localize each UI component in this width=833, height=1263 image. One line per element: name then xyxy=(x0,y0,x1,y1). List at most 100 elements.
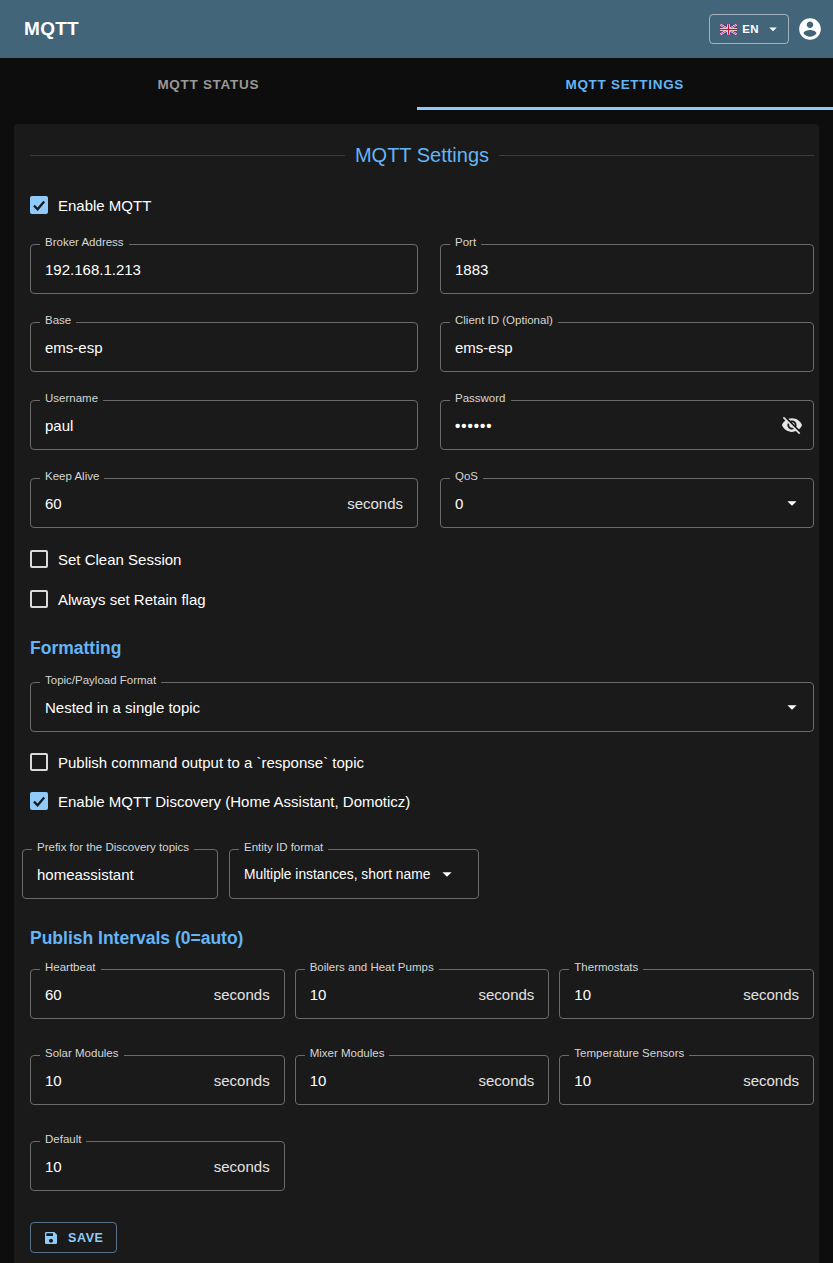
thermostats-label: Thermostats xyxy=(569,960,643,974)
settings-panel: MQTT Settings Enable MQTT Broker Address… xyxy=(14,124,819,1263)
topic-format-label: Topic/Payload Format xyxy=(40,673,161,687)
temperature-sensors-suffix: seconds xyxy=(743,1072,803,1089)
entity-id-format-select[interactable]: Entity ID format Multiple instances, sho… xyxy=(229,842,479,899)
temperature-sensors-value: 10 xyxy=(574,1072,591,1089)
boilers-field[interactable]: Boilers and Heat Pumps 10 seconds xyxy=(295,962,550,1019)
keep-alive-suffix: seconds xyxy=(347,495,407,512)
save-icon xyxy=(43,1230,59,1246)
response-topic-checkbox-row[interactable]: Publish command output to a `response` t… xyxy=(30,752,814,772)
username-value: paul xyxy=(45,417,73,434)
username-label: Username xyxy=(40,391,103,405)
default-value: 10 xyxy=(45,1158,62,1175)
mixer-modules-label: Mixer Modules xyxy=(305,1046,390,1060)
default-field[interactable]: Default 10 seconds xyxy=(30,1134,285,1191)
boilers-label: Boilers and Heat Pumps xyxy=(305,960,439,974)
enable-mqtt-checkbox-row[interactable]: Enable MQTT xyxy=(30,195,814,215)
discovery-prefix-field[interactable]: Prefix for the Discovery topics homeassi… xyxy=(22,842,218,899)
thermostats-value: 10 xyxy=(574,986,591,1003)
tab-mqtt-status[interactable]: MQTT STATUS xyxy=(0,58,417,110)
qos-value: 0 xyxy=(455,495,463,512)
client-id-field[interactable]: Client ID (Optional) ems-esp xyxy=(440,315,814,372)
uk-flag-icon xyxy=(720,24,737,35)
port-label: Port xyxy=(450,235,481,249)
thermostats-suffix: seconds xyxy=(743,986,803,1003)
heartbeat-suffix: seconds xyxy=(214,986,274,1003)
client-id-label: Client ID (Optional) xyxy=(450,313,558,327)
heartbeat-label: Heartbeat xyxy=(40,960,101,974)
solar-modules-value: 10 xyxy=(45,1072,62,1089)
checkbox-checked-icon[interactable] xyxy=(30,792,48,810)
retain-flag-label: Always set Retain flag xyxy=(58,591,206,608)
keep-alive-label: Keep Alive xyxy=(40,469,104,483)
enable-mqtt-label: Enable MQTT xyxy=(58,197,151,214)
heartbeat-value: 60 xyxy=(45,986,62,1003)
mixer-modules-suffix: seconds xyxy=(478,1072,538,1089)
save-button-label: SAVE xyxy=(68,1231,104,1245)
dropdown-arrow-icon xyxy=(781,492,803,514)
broker-address-field[interactable]: Broker Address 192.168.1.213 xyxy=(30,237,418,294)
base-label: Base xyxy=(40,313,76,327)
discovery-label: Enable MQTT Discovery (Home Assistant, D… xyxy=(58,793,410,810)
dropdown-arrow-icon xyxy=(781,696,803,718)
topic-format-value: Nested in a single topic xyxy=(45,699,200,716)
mixer-modules-field[interactable]: Mixer Modules 10 seconds xyxy=(295,1048,550,1105)
tab-mqtt-settings[interactable]: MQTT SETTINGS xyxy=(417,58,833,110)
boilers-suffix: seconds xyxy=(478,986,538,1003)
mixer-modules-value: 10 xyxy=(310,1072,327,1089)
clean-session-checkbox-row[interactable]: Set Clean Session xyxy=(30,549,814,569)
password-field[interactable]: Password •••••• xyxy=(440,393,814,450)
app-bar: MQTT EN xyxy=(0,0,833,58)
base-value: ems-esp xyxy=(45,339,103,356)
discovery-checkbox-row[interactable]: Enable MQTT Discovery (Home Assistant, D… xyxy=(30,791,814,811)
formatting-heading: Formatting xyxy=(30,637,814,659)
checkbox-unchecked-icon[interactable] xyxy=(30,590,48,608)
page-title: MQTT xyxy=(24,18,79,40)
settings-heading: MQTT Settings xyxy=(30,142,814,168)
publish-intervals-heading: Publish Intervals (0=auto) xyxy=(30,927,814,949)
temperature-sensors-label: Temperature Sensors xyxy=(569,1046,689,1060)
keep-alive-value: 60 xyxy=(45,495,62,512)
language-label: EN xyxy=(742,23,759,35)
password-label: Password xyxy=(450,391,511,405)
keep-alive-field[interactable]: Keep Alive 60 seconds xyxy=(30,471,418,528)
checkbox-checked-icon[interactable] xyxy=(30,196,48,214)
save-button[interactable]: SAVE xyxy=(30,1222,117,1253)
qos-label: QoS xyxy=(450,469,483,483)
heartbeat-field[interactable]: Heartbeat 60 seconds xyxy=(30,962,285,1019)
password-value: •••••• xyxy=(455,417,493,434)
default-suffix: seconds xyxy=(214,1158,274,1175)
response-topic-label: Publish command output to a `response` t… xyxy=(58,754,364,771)
clean-session-label: Set Clean Session xyxy=(58,551,181,568)
checkbox-unchecked-icon[interactable] xyxy=(30,550,48,568)
entity-id-format-value: Multiple instances, short name xyxy=(244,867,430,882)
qos-select[interactable]: QoS 0 xyxy=(440,471,814,528)
broker-address-value: 192.168.1.213 xyxy=(45,261,141,278)
solar-modules-suffix: seconds xyxy=(214,1072,274,1089)
dropdown-arrow-icon xyxy=(436,863,458,885)
active-tab-indicator xyxy=(417,107,833,110)
port-field[interactable]: Port 1883 xyxy=(440,237,814,294)
username-field[interactable]: Username paul xyxy=(30,393,418,450)
solar-modules-field[interactable]: Solar Modules 10 seconds xyxy=(30,1048,285,1105)
language-selector[interactable]: EN xyxy=(709,14,789,44)
retain-flag-checkbox-row[interactable]: Always set Retain flag xyxy=(30,589,814,609)
port-value: 1883 xyxy=(455,261,488,278)
discovery-prefix-value: homeassistant xyxy=(37,866,134,883)
discovery-prefix-label: Prefix for the Discovery topics xyxy=(32,840,194,854)
solar-modules-label: Solar Modules xyxy=(40,1046,124,1060)
topic-format-select[interactable]: Topic/Payload Format Nested in a single … xyxy=(30,675,814,732)
visibility-off-icon[interactable] xyxy=(781,414,803,436)
default-label: Default xyxy=(40,1132,86,1146)
tab-bar: MQTT STATUS MQTT SETTINGS xyxy=(0,58,833,110)
checkbox-unchecked-icon[interactable] xyxy=(30,753,48,771)
settings-heading-text: MQTT Settings xyxy=(355,142,489,168)
account-icon[interactable] xyxy=(797,16,823,42)
boilers-value: 10 xyxy=(310,986,327,1003)
chevron-down-icon xyxy=(764,20,782,38)
client-id-value: ems-esp xyxy=(455,339,513,356)
broker-address-label: Broker Address xyxy=(40,235,129,249)
base-field[interactable]: Base ems-esp xyxy=(30,315,418,372)
thermostats-field[interactable]: Thermostats 10 seconds xyxy=(559,962,814,1019)
entity-id-format-label: Entity ID format xyxy=(239,840,328,854)
temperature-sensors-field[interactable]: Temperature Sensors 10 seconds xyxy=(559,1048,814,1105)
